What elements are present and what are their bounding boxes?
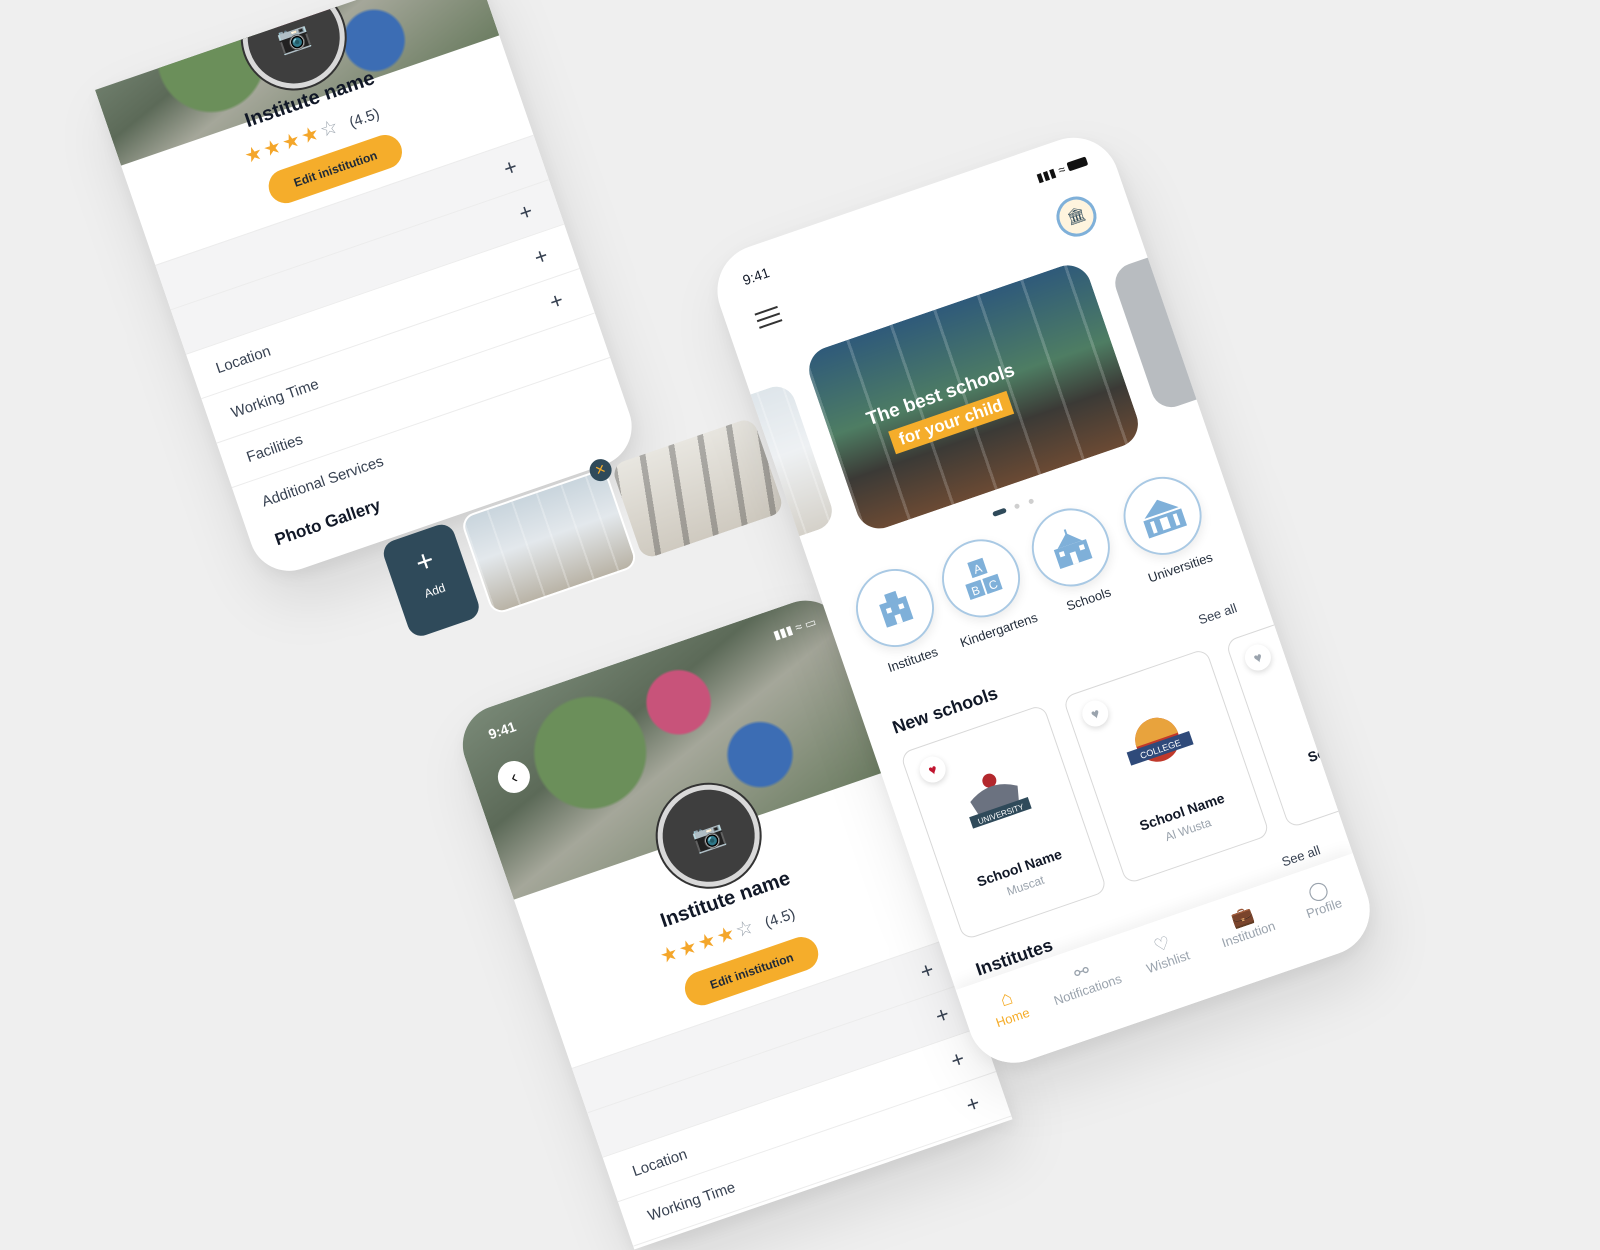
status-time: 9:41 <box>740 264 772 289</box>
heart-icon[interactable]: ♥ <box>1241 641 1275 675</box>
wifi-icon: ≈ <box>793 619 805 635</box>
menu-icon[interactable] <box>753 301 784 333</box>
chevron-left-icon: ‹ <box>507 766 521 788</box>
university-icon <box>1113 466 1213 566</box>
camera-icon[interactable]: 📷 <box>273 18 314 58</box>
abc-blocks-icon: ABC <box>931 528 1031 628</box>
plus-icon[interactable]: + <box>500 154 521 183</box>
plus-icon[interactable]: + <box>932 1001 953 1030</box>
plus-icon[interactable]: + <box>917 957 938 986</box>
carousel-dots[interactable] <box>989 491 1035 522</box>
banner-slide[interactable]: The best schools for your child <box>802 258 1145 535</box>
wifi-icon: ≈ <box>1056 162 1068 178</box>
section-list: + + Location + Working Time + Facilities… <box>155 134 626 532</box>
section-list: + + Location + Working Time + Facilities <box>571 937 1013 1250</box>
school-icon <box>1021 497 1121 598</box>
heart-icon[interactable]: ♥ <box>916 753 950 787</box>
section-label: Location <box>213 342 273 377</box>
section-label: Location <box>630 1145 690 1180</box>
plus-icon[interactable]: + <box>516 198 537 227</box>
school-logo: COLLEGE <box>1107 697 1211 791</box>
nav-profile[interactable]: ◯ Profile <box>1272 867 1369 930</box>
section-label: Facilities <box>244 430 305 466</box>
search-institution-icon[interactable]: 🏛 <box>1051 191 1102 243</box>
section-label: Facilities <box>661 1234 722 1250</box>
school-name: Sch <box>1305 741 1336 766</box>
plus-icon[interactable]: + <box>947 1045 968 1074</box>
gallery-photo[interactable] <box>610 416 786 561</box>
plus-icon[interactable]: + <box>963 1090 984 1119</box>
see-all-link[interactable]: See all <box>1196 600 1238 627</box>
rating-value: (4.5) <box>347 105 382 132</box>
signal-icon: ▮▮▮ <box>1034 165 1058 186</box>
school-logo: UNIVERSITY <box>949 757 1044 845</box>
plus-icon[interactable]: + <box>546 287 567 316</box>
rating-value: (4.5) <box>762 905 798 932</box>
battery-icon <box>1066 156 1089 172</box>
plus-icon[interactable]: + <box>531 242 552 271</box>
camera-icon[interactable]: 📷 <box>688 816 729 856</box>
status-icons: ▮▮▮ ≈ <box>1034 155 1089 186</box>
